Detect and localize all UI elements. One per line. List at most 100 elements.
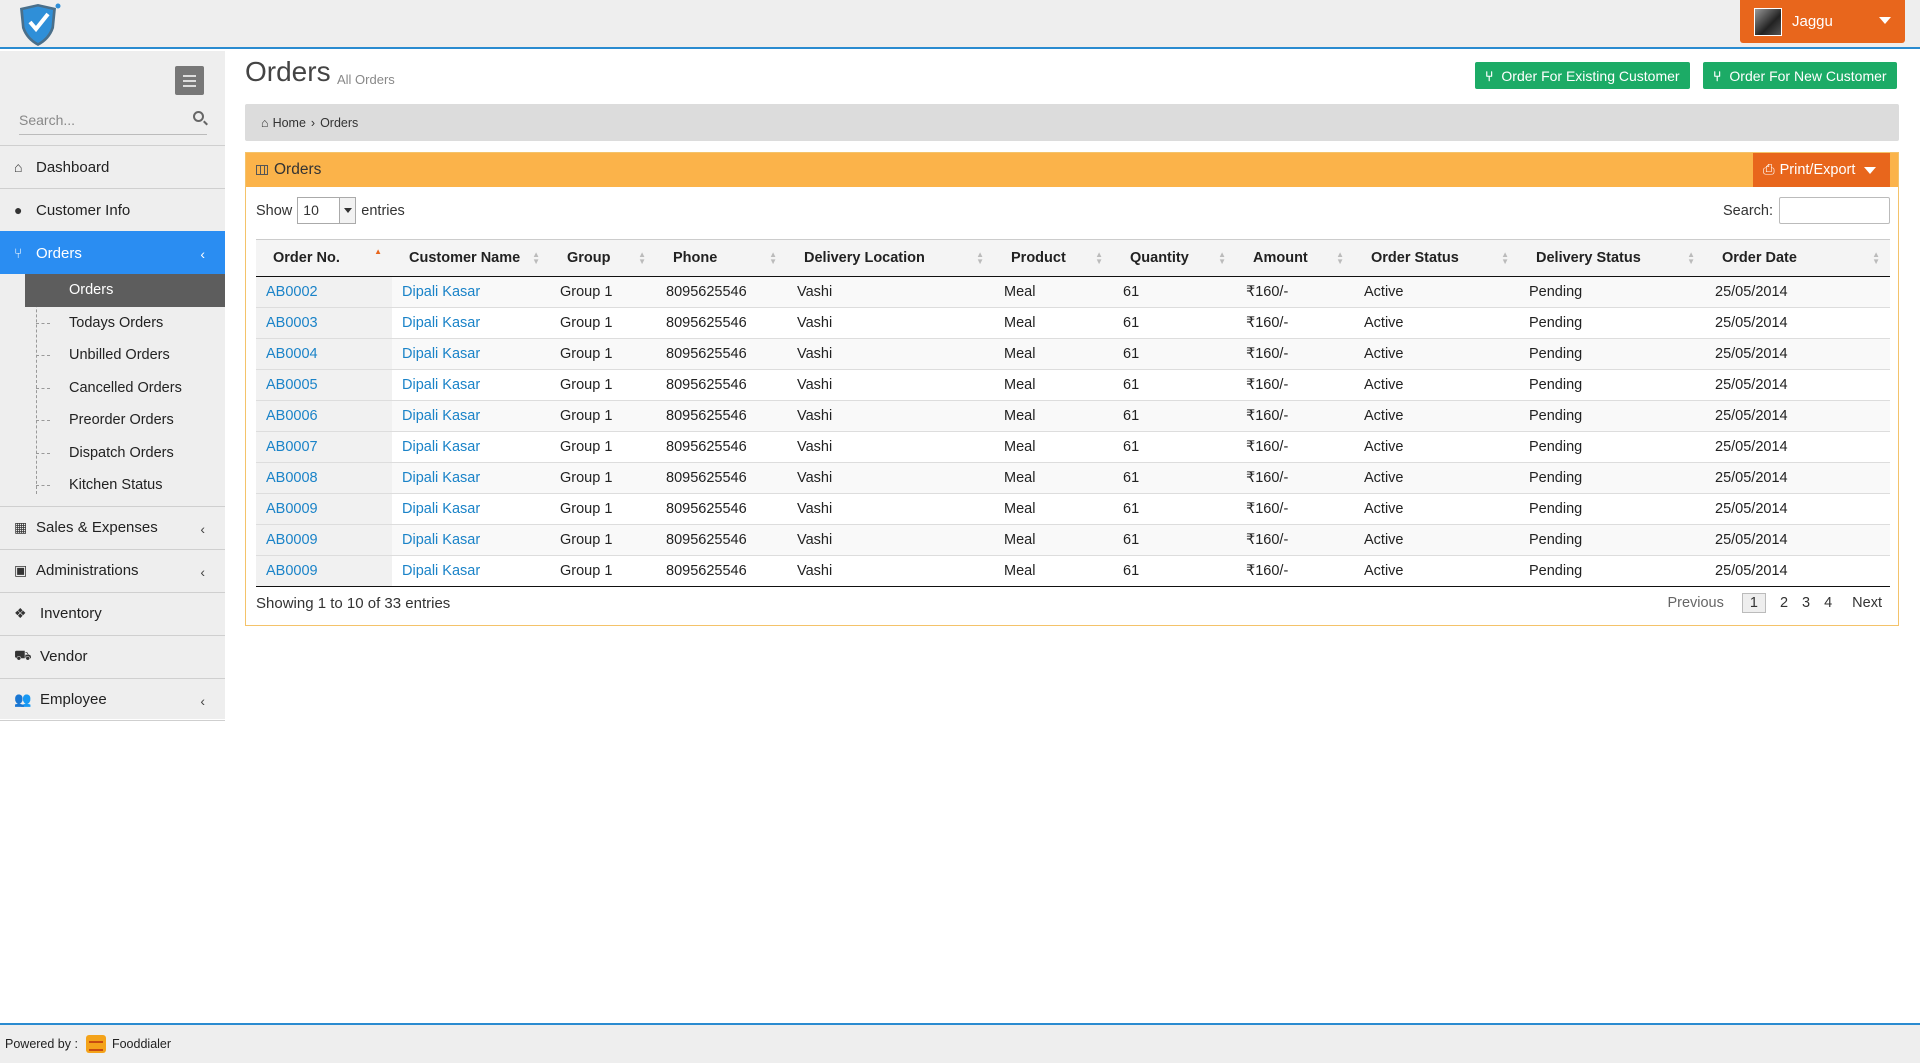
column-header[interactable]: Phone ▲ ▼ bbox=[656, 239, 787, 277]
order-number-link[interactable]: AB0006 bbox=[266, 408, 318, 424]
customer-name-link[interactable]: Dipali Kasar bbox=[402, 532, 480, 548]
page-length-select[interactable]: 10 bbox=[297, 197, 357, 224]
column-header[interactable]: Order No. ▲ bbox=[256, 239, 392, 277]
customer-name-link[interactable]: Dipali Kasar bbox=[402, 563, 480, 579]
breadcrumb-home[interactable]: Home bbox=[273, 116, 306, 130]
customer-name-link[interactable]: Dipali Kasar bbox=[402, 346, 480, 362]
table-cell: Group 1 bbox=[550, 276, 656, 308]
order-number-link[interactable]: AB0003 bbox=[266, 315, 318, 331]
table-cell: ₹160/- bbox=[1236, 524, 1354, 556]
sidebar-item-employee[interactable]: 👥 Employee ‹ bbox=[0, 677, 225, 721]
sort-icon: ▲ ▼ bbox=[1336, 250, 1344, 266]
table-cell: ₹160/- bbox=[1236, 555, 1354, 587]
customer-name-link[interactable]: Dipali Kasar bbox=[402, 470, 480, 486]
sidebar-item-administrations[interactable]: ▣ Administrations ‹ bbox=[0, 548, 225, 592]
order-number-link[interactable]: AB0007 bbox=[266, 439, 318, 455]
table-cell: Active bbox=[1354, 307, 1519, 339]
order-number-link[interactable]: AB0009 bbox=[266, 532, 318, 548]
customer-name-link[interactable]: Dipali Kasar bbox=[402, 408, 480, 424]
order-existing-customer-button[interactable]: ⑂ Order For Existing Customer bbox=[1475, 62, 1690, 89]
table-cell: Vashi bbox=[787, 462, 994, 494]
table-cell: Pending bbox=[1519, 431, 1705, 463]
table-cell: Dipali Kasar bbox=[392, 276, 550, 308]
order-number-link[interactable]: AB0002 bbox=[266, 284, 318, 300]
sidebar-item-customer-info[interactable]: ● Customer Info bbox=[0, 188, 225, 231]
customer-name-link[interactable]: Dipali Kasar bbox=[402, 315, 480, 331]
pagination-next[interactable]: Next bbox=[1852, 595, 1882, 611]
sidebar-item-inventory[interactable]: ❖ Inventory bbox=[0, 591, 225, 635]
table-cell: Active bbox=[1354, 431, 1519, 463]
table-cell: Vashi bbox=[787, 431, 994, 463]
chevron-left-icon: ‹ bbox=[200, 520, 205, 537]
submenu-item-orders[interactable]: Orders bbox=[25, 274, 225, 307]
table-cell: Dipali Kasar bbox=[392, 369, 550, 401]
table-row: AB0005 Dipali Kasar Group 1 8095625546 Vashi… bbox=[256, 369, 1890, 401]
sidebar-item-sales-expenses[interactable]: ▦ Sales & Expenses ‹ bbox=[0, 505, 225, 549]
button-label: Order For New Customer bbox=[1729, 67, 1887, 84]
search-icon[interactable] bbox=[193, 111, 204, 122]
customer-name-link[interactable]: Dipali Kasar bbox=[402, 439, 480, 455]
order-number-link[interactable]: AB0004 bbox=[266, 346, 318, 362]
column-header[interactable]: Amount ▲ ▼ bbox=[1236, 239, 1354, 277]
column-header[interactable]: Quantity ▲ ▼ bbox=[1113, 239, 1236, 277]
column-header[interactable]: Delivery Location ▲ ▼ bbox=[787, 239, 994, 277]
column-header-label: Group bbox=[567, 250, 611, 266]
table-cell: Vashi bbox=[787, 555, 994, 587]
users-icon: 👥 bbox=[14, 690, 32, 707]
print-export-button[interactable]: ⎙ Print/Export bbox=[1753, 153, 1890, 187]
customer-name-link[interactable]: Dipali Kasar bbox=[402, 284, 480, 300]
sidebar-item-vendor[interactable]: ⛟ Vendor bbox=[0, 634, 225, 678]
sidebar-item-dashboard[interactable]: ⌂ Dashboard bbox=[0, 145, 225, 188]
pagination-page-4[interactable]: 4 bbox=[1824, 595, 1832, 611]
table-cell: Pending bbox=[1519, 555, 1705, 587]
table-cell: 25/05/2014 bbox=[1705, 555, 1890, 587]
pagination-page-1[interactable]: 1 bbox=[1741, 593, 1766, 613]
table-cell: ₹160/- bbox=[1236, 276, 1354, 308]
pagination-previous[interactable]: Previous bbox=[1667, 595, 1723, 611]
search-label: Search: bbox=[1723, 202, 1773, 219]
table-search-input[interactable] bbox=[1779, 197, 1890, 224]
table-cell: Pending bbox=[1519, 338, 1705, 370]
submenu-item-dispatch-orders[interactable]: Dispatch Orders bbox=[0, 437, 225, 470]
order-new-customer-button[interactable]: ⑂ Order For New Customer bbox=[1703, 62, 1897, 89]
sidebar-toggle-button[interactable] bbox=[175, 66, 204, 95]
column-header-label: Amount bbox=[1253, 250, 1308, 266]
footer: Powered by : Fooddialer bbox=[0, 1023, 1920, 1063]
submenu-item-preorder-orders[interactable]: Preorder Orders bbox=[0, 404, 225, 437]
table-cell: 61 bbox=[1113, 555, 1236, 587]
submenu-item-cancelled-orders[interactable]: Cancelled Orders bbox=[0, 372, 225, 405]
column-header[interactable]: Order Status ▲ ▼ bbox=[1354, 239, 1519, 277]
customer-name-link[interactable]: Dipali Kasar bbox=[402, 501, 480, 517]
column-header[interactable]: Group ▲ ▼ bbox=[550, 239, 656, 277]
column-header[interactable]: Delivery Status ▲ ▼ bbox=[1519, 239, 1705, 277]
column-header[interactable]: Product ▲ ▼ bbox=[994, 239, 1113, 277]
submenu-item-unbilled-orders[interactable]: Unbilled Orders bbox=[0, 339, 225, 372]
table-cell: 8095625546 bbox=[656, 400, 787, 432]
pagination-page-2[interactable]: 2 bbox=[1780, 595, 1788, 611]
table-cell: Active bbox=[1354, 400, 1519, 432]
column-header[interactable]: Order Date ▲ ▼ bbox=[1705, 239, 1890, 277]
table-cell: Active bbox=[1354, 555, 1519, 587]
table-cell: Meal bbox=[994, 524, 1113, 556]
sidebar-search-input[interactable]: Search... bbox=[19, 108, 207, 135]
order-number-link[interactable]: AB0005 bbox=[266, 377, 318, 393]
sidebar-item-orders[interactable]: ⑂ Orders ‹ bbox=[0, 231, 225, 274]
sidebar-item-label: Sales & Expenses bbox=[36, 519, 158, 536]
order-number-link[interactable]: AB0008 bbox=[266, 470, 318, 486]
table-cell: Dipali Kasar bbox=[392, 462, 550, 494]
customer-name-link[interactable]: Dipali Kasar bbox=[402, 377, 480, 393]
order-number-link[interactable]: AB0009 bbox=[266, 563, 318, 579]
order-number-link[interactable]: AB0009 bbox=[266, 501, 318, 517]
submenu-item-todays-orders[interactable]: Todays Orders bbox=[0, 307, 225, 340]
submenu-item-kitchen-status[interactable]: Kitchen Status bbox=[0, 469, 225, 502]
table-cell: 61 bbox=[1113, 400, 1236, 432]
column-header-label: Order No. bbox=[273, 250, 340, 266]
column-header[interactable]: Customer Name ▲ ▼ bbox=[392, 239, 550, 277]
table-cell: 61 bbox=[1113, 276, 1236, 308]
table-cell: Dipali Kasar bbox=[392, 338, 550, 370]
shield-logo-icon[interactable] bbox=[14, 0, 62, 48]
table-cell: Vashi bbox=[787, 400, 994, 432]
pagination-page-3[interactable]: 3 bbox=[1802, 595, 1810, 611]
footer-brand[interactable]: Fooddialer bbox=[112, 1037, 171, 1051]
user-menu-button[interactable]: Jaggu bbox=[1740, 0, 1905, 43]
